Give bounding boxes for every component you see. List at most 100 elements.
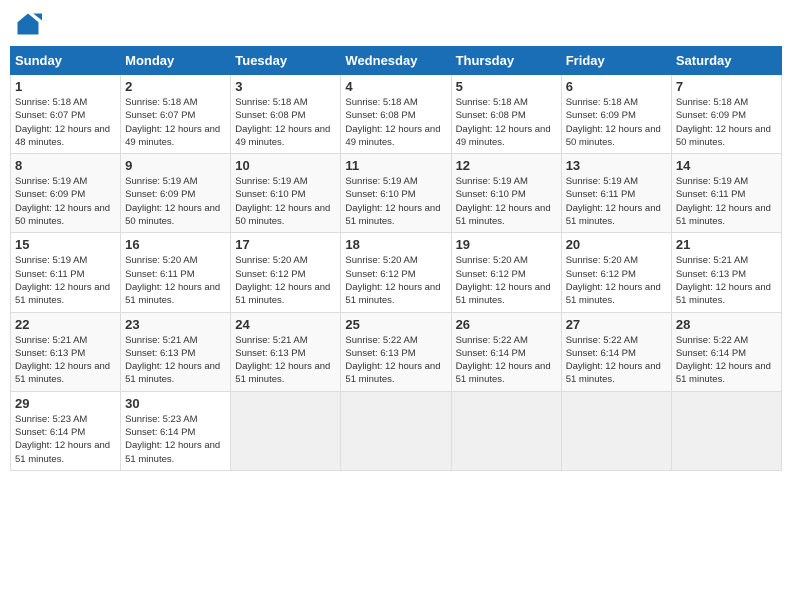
sunrise-label: Sunrise: 5:22 AM <box>345 335 417 346</box>
sunrise-label: Sunrise: 5:21 AM <box>125 335 197 346</box>
calendar-cell: 14 Sunrise: 5:19 AM Sunset: 6:11 PM Dayl… <box>671 154 781 233</box>
calendar-cell: 10 Sunrise: 5:19 AM Sunset: 6:10 PM Dayl… <box>231 154 341 233</box>
sunset-label: Sunset: 6:08 PM <box>345 110 415 121</box>
calendar-cell <box>231 391 341 470</box>
calendar-cell: 3 Sunrise: 5:18 AM Sunset: 6:08 PM Dayli… <box>231 75 341 154</box>
sunrise-label: Sunrise: 5:19 AM <box>676 176 748 187</box>
day-number: 20 <box>566 237 667 252</box>
day-info: Sunrise: 5:19 AM Sunset: 6:10 PM Dayligh… <box>235 175 336 228</box>
daylight-label: Daylight: 12 hours and 51 minutes. <box>566 282 661 306</box>
day-info: Sunrise: 5:21 AM Sunset: 6:13 PM Dayligh… <box>15 334 116 387</box>
day-info: Sunrise: 5:18 AM Sunset: 6:09 PM Dayligh… <box>676 96 777 149</box>
day-number: 30 <box>125 396 226 411</box>
calendar-cell: 13 Sunrise: 5:19 AM Sunset: 6:11 PM Dayl… <box>561 154 671 233</box>
sunset-label: Sunset: 6:14 PM <box>15 427 85 438</box>
sunset-label: Sunset: 6:14 PM <box>125 427 195 438</box>
sunset-label: Sunset: 6:09 PM <box>566 110 636 121</box>
daylight-label: Daylight: 12 hours and 50 minutes. <box>15 203 110 227</box>
day-number: 8 <box>15 158 116 173</box>
sunrise-label: Sunrise: 5:18 AM <box>125 97 197 108</box>
calendar-cell: 2 Sunrise: 5:18 AM Sunset: 6:07 PM Dayli… <box>121 75 231 154</box>
calendar-cell: 18 Sunrise: 5:20 AM Sunset: 6:12 PM Dayl… <box>341 233 451 312</box>
sunset-label: Sunset: 6:10 PM <box>235 189 305 200</box>
daylight-label: Daylight: 12 hours and 50 minutes. <box>566 124 661 148</box>
day-info: Sunrise: 5:18 AM Sunset: 6:08 PM Dayligh… <box>345 96 446 149</box>
sunrise-label: Sunrise: 5:18 AM <box>676 97 748 108</box>
day-number: 29 <box>15 396 116 411</box>
daylight-label: Daylight: 12 hours and 51 minutes. <box>125 361 220 385</box>
calendar-cell: 1 Sunrise: 5:18 AM Sunset: 6:07 PM Dayli… <box>11 75 121 154</box>
day-number: 19 <box>456 237 557 252</box>
daylight-label: Daylight: 12 hours and 49 minutes. <box>345 124 440 148</box>
sunrise-label: Sunrise: 5:20 AM <box>125 255 197 266</box>
day-info: Sunrise: 5:22 AM Sunset: 6:14 PM Dayligh… <box>456 334 557 387</box>
sunset-label: Sunset: 6:13 PM <box>15 348 85 359</box>
sunset-label: Sunset: 6:13 PM <box>676 269 746 280</box>
day-number: 5 <box>456 79 557 94</box>
sunset-label: Sunset: 6:07 PM <box>125 110 195 121</box>
logo-icon <box>14 10 42 38</box>
day-number: 9 <box>125 158 226 173</box>
day-info: Sunrise: 5:18 AM Sunset: 6:09 PM Dayligh… <box>566 96 667 149</box>
day-number: 27 <box>566 317 667 332</box>
calendar-week-row: 15 Sunrise: 5:19 AM Sunset: 6:11 PM Dayl… <box>11 233 782 312</box>
calendar-cell: 29 Sunrise: 5:23 AM Sunset: 6:14 PM Dayl… <box>11 391 121 470</box>
sunset-label: Sunset: 6:14 PM <box>456 348 526 359</box>
calendar-cell <box>451 391 561 470</box>
sunrise-label: Sunrise: 5:20 AM <box>235 255 307 266</box>
day-number: 2 <box>125 79 226 94</box>
day-number: 7 <box>676 79 777 94</box>
daylight-label: Daylight: 12 hours and 51 minutes. <box>676 361 771 385</box>
calendar-table: SundayMondayTuesdayWednesdayThursdayFrid… <box>10 46 782 471</box>
sunset-label: Sunset: 6:11 PM <box>676 189 746 200</box>
calendar-header: SundayMondayTuesdayWednesdayThursdayFrid… <box>11 47 782 75</box>
weekday-header: Tuesday <box>231 47 341 75</box>
sunrise-label: Sunrise: 5:18 AM <box>566 97 638 108</box>
calendar-cell: 4 Sunrise: 5:18 AM Sunset: 6:08 PM Dayli… <box>341 75 451 154</box>
day-info: Sunrise: 5:20 AM Sunset: 6:11 PM Dayligh… <box>125 254 226 307</box>
sunrise-label: Sunrise: 5:18 AM <box>456 97 528 108</box>
day-number: 14 <box>676 158 777 173</box>
day-info: Sunrise: 5:19 AM Sunset: 6:09 PM Dayligh… <box>125 175 226 228</box>
calendar-cell: 17 Sunrise: 5:20 AM Sunset: 6:12 PM Dayl… <box>231 233 341 312</box>
sunrise-label: Sunrise: 5:19 AM <box>15 255 87 266</box>
sunrise-label: Sunrise: 5:19 AM <box>15 176 87 187</box>
day-info: Sunrise: 5:19 AM Sunset: 6:10 PM Dayligh… <box>456 175 557 228</box>
day-number: 26 <box>456 317 557 332</box>
calendar-cell: 23 Sunrise: 5:21 AM Sunset: 6:13 PM Dayl… <box>121 312 231 391</box>
sunrise-label: Sunrise: 5:19 AM <box>566 176 638 187</box>
sunset-label: Sunset: 6:11 PM <box>15 269 85 280</box>
day-number: 3 <box>235 79 336 94</box>
calendar-body: 1 Sunrise: 5:18 AM Sunset: 6:07 PM Dayli… <box>11 75 782 471</box>
day-number: 1 <box>15 79 116 94</box>
day-info: Sunrise: 5:20 AM Sunset: 6:12 PM Dayligh… <box>456 254 557 307</box>
day-info: Sunrise: 5:23 AM Sunset: 6:14 PM Dayligh… <box>15 413 116 466</box>
daylight-label: Daylight: 12 hours and 51 minutes. <box>15 361 110 385</box>
sunset-label: Sunset: 6:12 PM <box>566 269 636 280</box>
sunset-label: Sunset: 6:10 PM <box>345 189 415 200</box>
weekday-header: Sunday <box>11 47 121 75</box>
daylight-label: Daylight: 12 hours and 48 minutes. <box>15 124 110 148</box>
day-info: Sunrise: 5:23 AM Sunset: 6:14 PM Dayligh… <box>125 413 226 466</box>
day-info: Sunrise: 5:18 AM Sunset: 6:07 PM Dayligh… <box>15 96 116 149</box>
sunrise-label: Sunrise: 5:20 AM <box>456 255 528 266</box>
day-number: 18 <box>345 237 446 252</box>
sunrise-label: Sunrise: 5:23 AM <box>15 414 87 425</box>
day-info: Sunrise: 5:18 AM Sunset: 6:08 PM Dayligh… <box>235 96 336 149</box>
sunset-label: Sunset: 6:12 PM <box>345 269 415 280</box>
sunrise-label: Sunrise: 5:20 AM <box>345 255 417 266</box>
sunset-label: Sunset: 6:12 PM <box>235 269 305 280</box>
day-info: Sunrise: 5:19 AM Sunset: 6:11 PM Dayligh… <box>566 175 667 228</box>
daylight-label: Daylight: 12 hours and 49 minutes. <box>125 124 220 148</box>
day-number: 6 <box>566 79 667 94</box>
daylight-label: Daylight: 12 hours and 51 minutes. <box>15 282 110 306</box>
calendar-week-row: 22 Sunrise: 5:21 AM Sunset: 6:13 PM Dayl… <box>11 312 782 391</box>
sunset-label: Sunset: 6:11 PM <box>566 189 636 200</box>
calendar-cell: 6 Sunrise: 5:18 AM Sunset: 6:09 PM Dayli… <box>561 75 671 154</box>
calendar-cell: 19 Sunrise: 5:20 AM Sunset: 6:12 PM Dayl… <box>451 233 561 312</box>
logo <box>14 10 46 38</box>
daylight-label: Daylight: 12 hours and 49 minutes. <box>456 124 551 148</box>
day-info: Sunrise: 5:20 AM Sunset: 6:12 PM Dayligh… <box>235 254 336 307</box>
daylight-label: Daylight: 12 hours and 51 minutes. <box>566 361 661 385</box>
day-number: 24 <box>235 317 336 332</box>
